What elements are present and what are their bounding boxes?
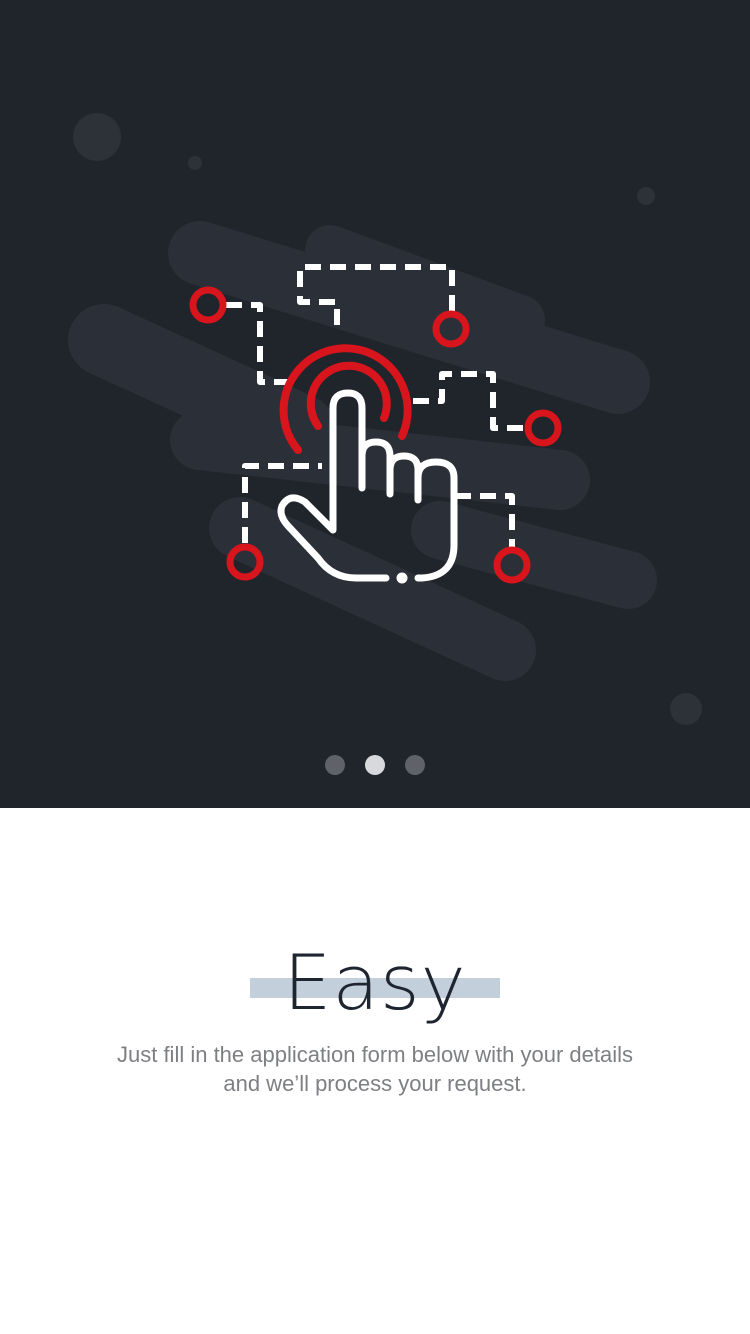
bubble-decoration [73, 113, 121, 161]
bubble-decoration [637, 187, 655, 205]
bubble-decoration [188, 156, 202, 170]
page-dot-2-active[interactable] [365, 755, 385, 775]
page-dot-3[interactable] [405, 755, 425, 775]
title-block: Easy [0, 938, 750, 1028]
hero-background [68, 113, 702, 725]
bubble-decoration [670, 693, 702, 725]
pagination-dots [0, 755, 750, 775]
onboarding-content: Easy Just fill in the application form b… [0, 808, 750, 1334]
description-text: Just fill in the application form below … [116, 1042, 634, 1096]
page-dot-1[interactable] [325, 755, 345, 775]
onboarding-hero [0, 0, 750, 808]
page-title: Easy [283, 938, 467, 1027]
